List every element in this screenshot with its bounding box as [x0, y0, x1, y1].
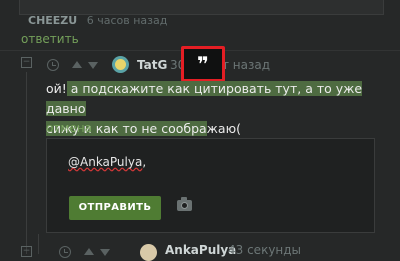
- next-comment-author[interactable]: AnkaPulya: [165, 243, 236, 257]
- previous-comment-box: [19, 0, 384, 15]
- next-comment-time: 43 секунды: [228, 243, 302, 257]
- previous-comment-header: CHEEZU 6 часов назад: [22, 14, 222, 28]
- quote-icon: ❞: [197, 52, 209, 76]
- comment-text: ой! а подскажите как цитировать тут, а т…: [46, 79, 386, 139]
- previous-comment-author[interactable]: CHEEZU: [28, 14, 77, 27]
- clock-icon-next: [59, 246, 71, 258]
- comment-text-selected-1: а подскажите как цитировать тут, а то уж…: [46, 81, 363, 116]
- upvote-icon[interactable]: [72, 61, 82, 68]
- mention: @AnkaPulya: [68, 155, 143, 169]
- downvote-icon-next[interactable]: [100, 249, 110, 256]
- comment-text-rest: жаю(: [206, 121, 241, 136]
- collapse-next-thread-button[interactable]: −: [21, 246, 32, 257]
- cancel-link[interactable]: отмена: [46, 121, 92, 135]
- thread-line: [26, 72, 27, 254]
- reply-link[interactable]: ответить: [21, 32, 79, 46]
- submit-button[interactable]: ОТПРАВИТЬ: [69, 196, 161, 220]
- avatar[interactable]: [112, 56, 129, 73]
- reply-text: @AnkaPulya,: [68, 155, 146, 169]
- comment-text-plain: ой!: [46, 81, 67, 96]
- quote-tooltip-button[interactable]: ❞: [181, 46, 225, 82]
- mention-comma: ,: [142, 155, 147, 169]
- thread-line-nested: [38, 234, 39, 254]
- clock-icon: [47, 59, 59, 71]
- avatar-face: [115, 59, 126, 70]
- previous-comment-time: 6 часов назад: [86, 14, 168, 27]
- comment-author[interactable]: TatG: [137, 58, 167, 72]
- avatar-next[interactable]: [140, 244, 157, 261]
- collapse-thread-button[interactable]: −: [21, 57, 32, 68]
- camera-icon[interactable]: [177, 197, 192, 211]
- comment-time-end: т назад: [222, 58, 271, 72]
- downvote-icon[interactable]: [88, 62, 98, 69]
